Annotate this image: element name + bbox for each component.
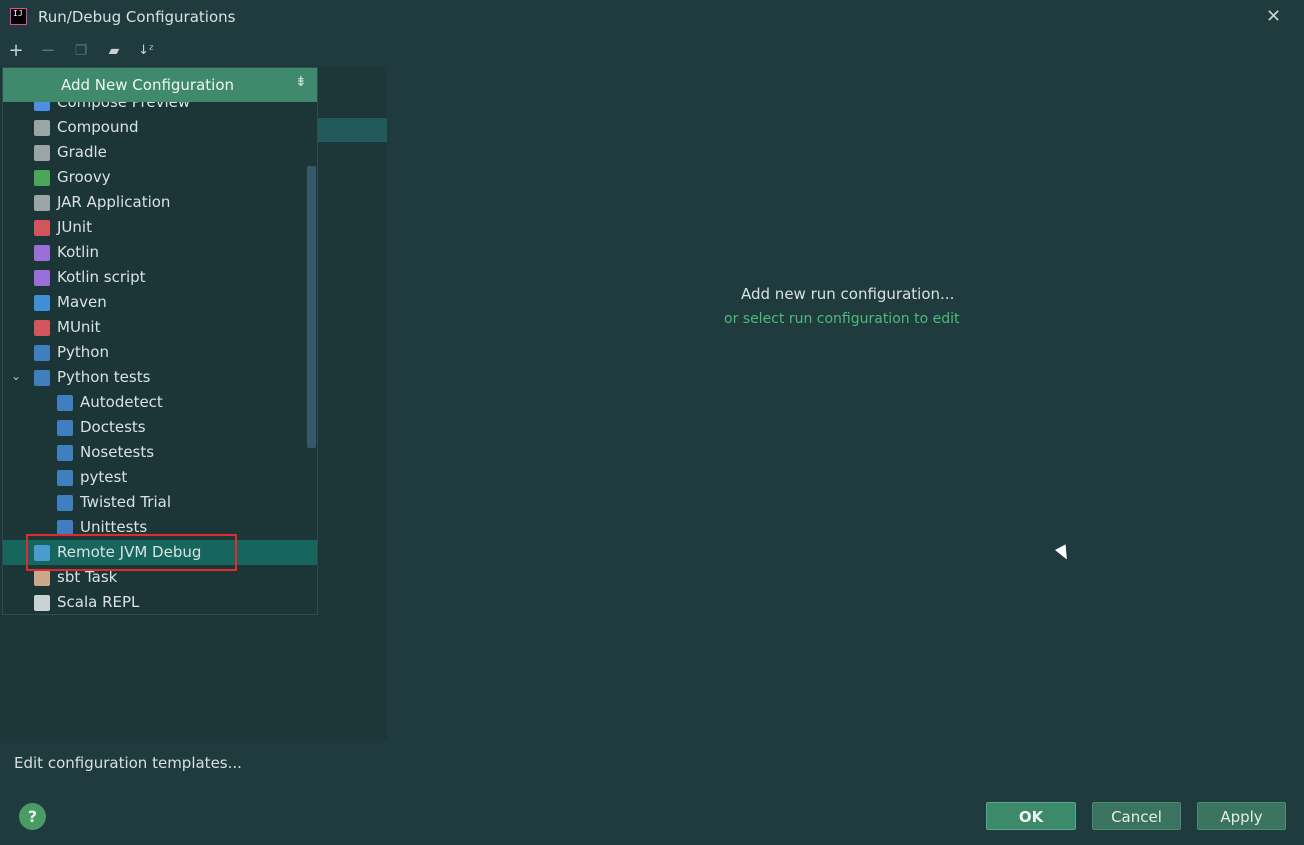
compound-icon [34, 120, 50, 136]
toolbar: + − ❐ ▰ ↓ᶻ [0, 38, 390, 64]
list-item[interactable]: Autodetect [3, 390, 317, 415]
apply-button[interactable]: Apply [1197, 802, 1286, 830]
list-item[interactable]: JUnit [3, 215, 317, 240]
add-configuration-popup: Compose Preview Compound Gradle Groovy JAR A… [2, 67, 318, 615]
list-item[interactable]: Remote JVM Debug [3, 540, 317, 565]
list-item-label: Groovy [57, 168, 111, 186]
sbt-icon [34, 570, 50, 586]
popup-scrollbar[interactable] [307, 166, 316, 448]
groovy-icon [34, 170, 50, 186]
list-item[interactable]: Twisted Trial [3, 490, 317, 515]
empty-state-message: Add new run configuration... [741, 285, 955, 303]
chevron-down-icon[interactable]: ⌄ [11, 369, 21, 383]
cancel-button[interactable]: Cancel [1092, 802, 1181, 830]
list-item-label: Nosetests [80, 443, 155, 461]
python-test-icon [57, 520, 73, 536]
list-item-label: Scala REPL [57, 593, 140, 611]
title-bar: Run/Debug Configurations ✕ [0, 0, 1304, 36]
list-item-label: Twisted Trial [80, 493, 171, 511]
list-item[interactable]: Gradle [3, 140, 317, 165]
python-tests-icon [34, 370, 50, 386]
list-item-label: JAR Application [57, 193, 171, 211]
list-item-label: Maven [57, 293, 107, 311]
list-item[interactable]: MUnit [3, 315, 317, 340]
list-item-label: Doctests [80, 418, 146, 436]
mouse-cursor-icon [1055, 544, 1073, 563]
kotlin-script-icon [34, 270, 50, 286]
list-item[interactable]: Python [3, 340, 317, 365]
list-item[interactable]: Compound [3, 115, 317, 140]
intellij-app-icon [10, 8, 27, 25]
sort-icon[interactable]: ↓ᶻ [135, 40, 157, 62]
python-test-icon [57, 420, 73, 436]
python-test-icon [57, 470, 73, 486]
list-item-label: Unittests [80, 518, 148, 536]
list-item[interactable]: Maven [3, 290, 317, 315]
list-item-label: Python tests [57, 368, 151, 386]
select-config-link[interactable]: or select run configuration to edit [724, 311, 959, 327]
close-icon[interactable]: ✕ [1266, 6, 1281, 27]
list-item[interactable]: JAR Application [3, 190, 317, 215]
list-item[interactable]: Groovy [3, 165, 317, 190]
list-item[interactable]: Unittests [3, 515, 317, 540]
list-item-label: Autodetect [80, 393, 163, 411]
remote-debug-icon [34, 545, 50, 561]
copy-icon[interactable]: ❐ [70, 40, 92, 62]
minus-icon[interactable]: − [37, 40, 59, 62]
new-folder-icon[interactable]: ▰ [103, 40, 125, 62]
list-item-label: Remote JVM Debug [57, 543, 202, 561]
list-item[interactable]: Doctests [3, 415, 317, 440]
list-item-label: Gradle [57, 143, 107, 161]
tree-selected-row[interactable] [318, 118, 387, 142]
junit-icon [34, 220, 50, 236]
popup-title: Add New Configuration [61, 76, 235, 94]
munit-icon [34, 320, 50, 336]
edit-templates-link[interactable]: Edit configuration templates... [14, 754, 242, 772]
list-item[interactable]: pytest [3, 465, 317, 490]
plus-icon[interactable]: + [5, 40, 27, 62]
python-test-icon [57, 395, 73, 411]
list-item[interactable]: Scala REPL [3, 590, 317, 614]
list-item[interactable]: ⌄ Python tests [3, 365, 317, 390]
list-item-label: sbt Task [57, 568, 118, 586]
list-item-label: Kotlin [57, 243, 99, 261]
python-icon [34, 345, 50, 361]
ok-button[interactable]: OK [986, 802, 1076, 830]
list-item[interactable]: Kotlin script [3, 265, 317, 290]
kotlin-icon [34, 245, 50, 261]
list-item-label: MUnit [57, 318, 101, 336]
list-item[interactable]: sbt Task [3, 565, 317, 590]
python-test-icon [57, 495, 73, 511]
maven-icon [34, 295, 50, 311]
help-button[interactable]: ? [19, 803, 46, 830]
collapse-icon[interactable]: ⇟ [295, 74, 307, 90]
list-item[interactable]: Kotlin [3, 240, 317, 265]
list-item-label: Python [57, 343, 109, 361]
list-item-label: Kotlin script [57, 268, 146, 286]
scala-repl-icon [34, 595, 50, 611]
gradle-icon [34, 145, 50, 161]
list-item-label: JUnit [57, 218, 92, 236]
window-title: Run/Debug Configurations [38, 8, 236, 26]
jar-icon [34, 195, 50, 211]
list-item-label: pytest [80, 468, 128, 486]
popup-header: Add New Configuration ⇟ [3, 68, 317, 102]
list-item[interactable]: Nosetests [3, 440, 317, 465]
list-item-label: Compound [57, 118, 139, 136]
python-test-icon [57, 445, 73, 461]
